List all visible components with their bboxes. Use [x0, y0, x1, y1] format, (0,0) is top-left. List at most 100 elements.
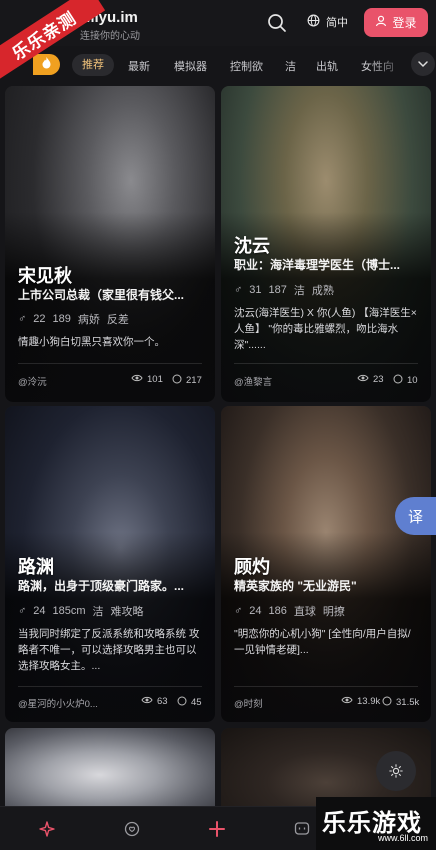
- card-tag: 洁: [293, 285, 305, 297]
- card-subtitle: 路渊，出身于顶级豪门路家。...: [18, 579, 185, 593]
- comments-count: 45: [191, 697, 202, 708]
- card-author[interactable]: @时刻: [234, 696, 263, 710]
- card-tag: 直球: [293, 606, 316, 618]
- eye-icon: [141, 696, 153, 707]
- message-icon[interactable]: [292, 819, 312, 839]
- card-portrait: [5, 728, 215, 806]
- brand-subtitle: 连接你的心动: [80, 31, 140, 42]
- card-divider: [18, 686, 202, 687]
- tab-latest[interactable]: 最新: [128, 58, 150, 74]
- search-icon[interactable]: [266, 12, 288, 34]
- comments-count: 217: [186, 375, 202, 386]
- card-description: 当我同时绑定了反派系统和攻略系统 攻略者不唯一，可以选择攻略男主也可以选择攻略女…: [18, 628, 200, 672]
- category-tabs: 推荐 最新 模拟器 控制欲 洁 出轨 女性向: [0, 50, 436, 80]
- card-name: 沈云: [234, 236, 270, 256]
- character-card[interactable]: 路渊 路渊，出身于顶级豪门路家。... ♂ 24 185cm 洁 难攻略 当我同…: [5, 406, 215, 722]
- card-tag: 成熟: [311, 285, 334, 297]
- card-tag: 病娇: [77, 314, 100, 326]
- views-count: 23: [373, 374, 384, 385]
- tab-cheating[interactable]: 出轨: [316, 58, 338, 74]
- card-name: 宋见秋: [18, 266, 72, 286]
- card-tag: 22: [33, 313, 46, 325]
- card-tag: 24: [33, 605, 46, 617]
- card-views: 23: [357, 374, 384, 385]
- comments-count: 10: [407, 375, 418, 386]
- character-card[interactable]: 宋见秋 上市公司总裁（家里很有钱父... ♂ 22 189 病娇 反差 情趣小狗…: [5, 86, 215, 402]
- card-description: "明恋你的心机小狗" [全性向/用户自拟/一见钟情老硬]...: [234, 628, 411, 656]
- tab-recommend[interactable]: 推荐: [72, 54, 114, 76]
- eye-icon: [357, 374, 369, 385]
- sparkle-icon[interactable]: [37, 819, 57, 839]
- card-description: 情趣小狗白切黑只喜欢你一个。: [18, 336, 165, 348]
- tab-simulator[interactable]: 模拟器: [174, 58, 207, 74]
- plus-icon[interactable]: [207, 819, 227, 839]
- card-views: 101: [131, 374, 163, 385]
- card-description: 沈云(海洋医生) X 你(人鱼) 【海洋医生×人鱼】 "你的毒比雅螺烈，吻比海水…: [234, 307, 417, 351]
- card-tag: 185cm: [52, 605, 86, 617]
- card-tags: ♂ 31 187 洁 成熟: [234, 282, 334, 298]
- chevron-down-icon[interactable]: [411, 52, 435, 76]
- login-button[interactable]: 登录: [364, 8, 428, 37]
- card-tags: ♂ 22 189 病娇 反差: [18, 311, 129, 327]
- user-icon: [375, 15, 387, 30]
- comment-icon: [177, 696, 187, 709]
- card-tag: 189: [52, 313, 71, 325]
- card-name: 顾灼: [234, 557, 270, 577]
- character-card[interactable]: 顾灼 精英家族的 "无业游民" ♂ 24 186 直球 明撩 "明恋你的心机小狗…: [221, 406, 431, 722]
- card-author[interactable]: @星河的小火炉0...: [18, 696, 98, 710]
- globe-icon: [307, 14, 320, 30]
- card-tags: ♂ 24 185cm 洁 难攻略: [18, 603, 144, 619]
- card-comments: 45: [177, 696, 202, 709]
- card-name: 路渊: [18, 557, 54, 577]
- character-card[interactable]: [5, 728, 215, 806]
- tab-control[interactable]: 控制欲: [230, 58, 263, 74]
- gender-icon: ♂: [234, 605, 243, 617]
- tab-hot[interactable]: [33, 54, 60, 75]
- comment-icon: [382, 696, 392, 709]
- eye-icon: [131, 374, 143, 385]
- translate-button[interactable]: 译: [395, 497, 436, 535]
- language-switch[interactable]: 简中: [307, 14, 348, 30]
- sun-icon[interactable]: [376, 751, 416, 791]
- card-author[interactable]: @泠沅: [18, 374, 47, 388]
- card-subtitle: 精英家族的 "无业游民": [234, 579, 357, 593]
- card-tag: 186: [268, 605, 287, 617]
- card-comments: 10: [393, 374, 418, 387]
- tab-clean[interactable]: 洁: [285, 58, 296, 74]
- tabs-fade: [370, 50, 410, 80]
- card-tag: 反差: [106, 314, 129, 326]
- eye-icon: [341, 696, 353, 707]
- card-divider: [234, 363, 418, 364]
- login-label: 登录: [392, 16, 417, 30]
- card-subtitle: 上市公司总裁（家里很有钱父...: [18, 288, 185, 302]
- card-tag: 187: [268, 284, 287, 296]
- top-bar: Miyu.im 连接你的心动 简中 登录: [0, 0, 436, 46]
- brand-title[interactable]: Miyu.im: [82, 9, 138, 26]
- flame-icon: [41, 56, 52, 74]
- views-count: 101: [147, 374, 163, 385]
- comment-icon: [172, 374, 182, 387]
- card-comments: 31.5k: [382, 696, 419, 709]
- card-tags: ♂ 24 186 直球 明撩: [234, 603, 345, 619]
- watermark-logo: 乐乐游戏 www.6ll.com: [316, 797, 436, 850]
- gender-icon: ♂: [234, 284, 243, 296]
- card-tag: 24: [249, 605, 262, 617]
- views-count: 13.9k: [357, 696, 381, 707]
- card-author[interactable]: @渔黎言: [234, 374, 272, 388]
- card-comments: 217: [172, 374, 202, 387]
- card-divider: [234, 686, 418, 687]
- card-subtitle: 职业：海洋毒理学医生（博士...: [234, 258, 401, 272]
- watermark-url: www.6ll.com: [378, 833, 429, 843]
- views-count: 63: [157, 696, 168, 707]
- language-label: 简中: [326, 17, 348, 29]
- card-tag: 明撩: [322, 606, 345, 618]
- gender-icon: ♂: [18, 313, 27, 325]
- app-root: Miyu.im 连接你的心动 简中 登录 乐乐亲测 推荐 最新 模拟器 控制欲 …: [0, 0, 436, 850]
- card-tag: 洁: [92, 606, 104, 618]
- comments-count: 31.5k: [396, 697, 420, 708]
- comment-icon: [393, 374, 403, 387]
- heart-chat-icon[interactable]: [122, 819, 142, 839]
- card-divider: [18, 363, 202, 364]
- character-card[interactable]: 沈云 职业：海洋毒理学医生（博士... ♂ 31 187 洁 成熟 沈云(海洋医…: [221, 86, 431, 402]
- gender-icon: ♂: [18, 605, 27, 617]
